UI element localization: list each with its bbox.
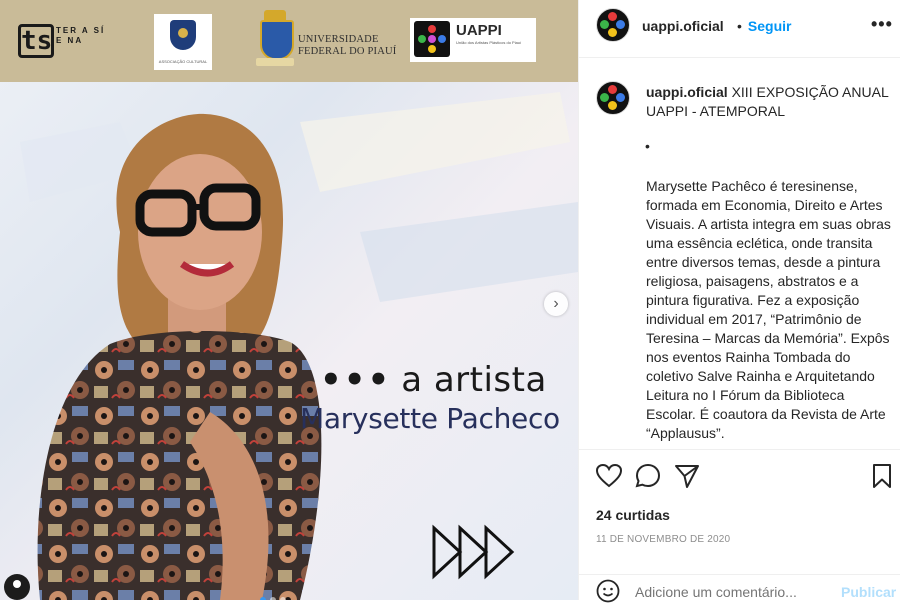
carousel-indicators	[258, 590, 288, 600]
comment-bar: Publicar	[579, 574, 900, 605]
comment-input[interactable]	[635, 584, 835, 600]
post-media[interactable]: ts TER A SÍ E NA ASSOCIAÇÃO CULTURAL UNI…	[0, 0, 578, 600]
next-slide-button[interactable]: ›	[544, 292, 568, 316]
crest-caption: ASSOCIAÇÃO CULTURAL	[158, 59, 208, 64]
publish-button[interactable]: Publicar	[841, 584, 896, 600]
uappi-star-icon	[414, 21, 450, 57]
uappi-logo-title: UAPPI	[456, 22, 502, 39]
association-crest-logo: ASSOCIAÇÃO CULTURAL	[154, 14, 212, 70]
post-caption: uappi.oficial XIII EXPOSIÇÃO ANUAL UAPPI…	[579, 58, 900, 448]
shield-icon	[170, 20, 196, 50]
tagged-users-icon[interactable]	[4, 574, 30, 600]
ufpi-emblem-icon	[256, 10, 294, 72]
post-header: uappi.oficial • Seguir •••	[579, 0, 900, 58]
partner-logo-band: ts TER A SÍ E NA ASSOCIAÇÃO CULTURAL UNI…	[0, 0, 578, 82]
caption-username[interactable]: uappi.oficial	[646, 84, 728, 100]
caption-bio: Marysette Pachêco é teresinense, formada…	[646, 178, 891, 441]
headline-text: a artista	[401, 360, 547, 400]
heart-icon[interactable]	[595, 462, 623, 490]
headline-dots: •••	[320, 360, 392, 400]
post-actions: 24 curtidas 11 DE NOVEMBRO DE 2020 Publi…	[579, 449, 900, 603]
emoji-icon[interactable]	[596, 579, 620, 603]
bookmark-icon[interactable]	[868, 462, 896, 490]
caption-avatar[interactable]	[596, 81, 630, 115]
ufpi-line2: FEDERAL DO PIAUÍ	[298, 46, 397, 57]
uappi-logo: UAPPI União dos Artistas Plásticos do Pi…	[410, 18, 536, 62]
header-username[interactable]: uappi.oficial	[642, 18, 724, 34]
artist-name: Marysette Pacheco	[300, 402, 560, 435]
ufpi-line1: UNIVERSIDADE	[298, 34, 379, 45]
uappi-logo-subtitle: União dos Artistas Plásticos do Piauí	[456, 40, 522, 45]
follow-label: Seguir	[747, 18, 792, 34]
caption-heading: uappi.oficial XIII EXPOSIÇÃO ANUAL UAPPI…	[646, 83, 898, 121]
comment-icon[interactable]	[634, 462, 662, 490]
caption-bullet: •	[645, 138, 650, 154]
share-icon[interactable]	[673, 462, 701, 490]
post-date[interactable]: 11 DE NOVEMBRO DE 2020	[596, 534, 730, 545]
separator-dot: •	[737, 18, 742, 34]
post-sidebar: uappi.oficial • Seguir ••• uappi.oficial …	[578, 0, 900, 603]
follow-button[interactable]: • Seguir	[737, 18, 791, 34]
artist-portrait-image	[20, 92, 578, 600]
terasena-mark: ts	[18, 24, 54, 58]
likes-count[interactable]: 24 curtidas	[596, 507, 670, 523]
forward-arrows-icon	[432, 524, 515, 580]
headline: ••• a artista	[320, 360, 547, 400]
more-options-icon[interactable]: •••	[871, 14, 893, 35]
ufpi-logo-text: UNIVERSIDADE FEDERAL DO PIAUÍ	[298, 34, 396, 58]
avatar[interactable]	[596, 8, 630, 42]
terasena-text: TER A SÍ E NA	[56, 26, 106, 45]
terasena-logo: ts TER A SÍ E NA	[18, 24, 106, 60]
